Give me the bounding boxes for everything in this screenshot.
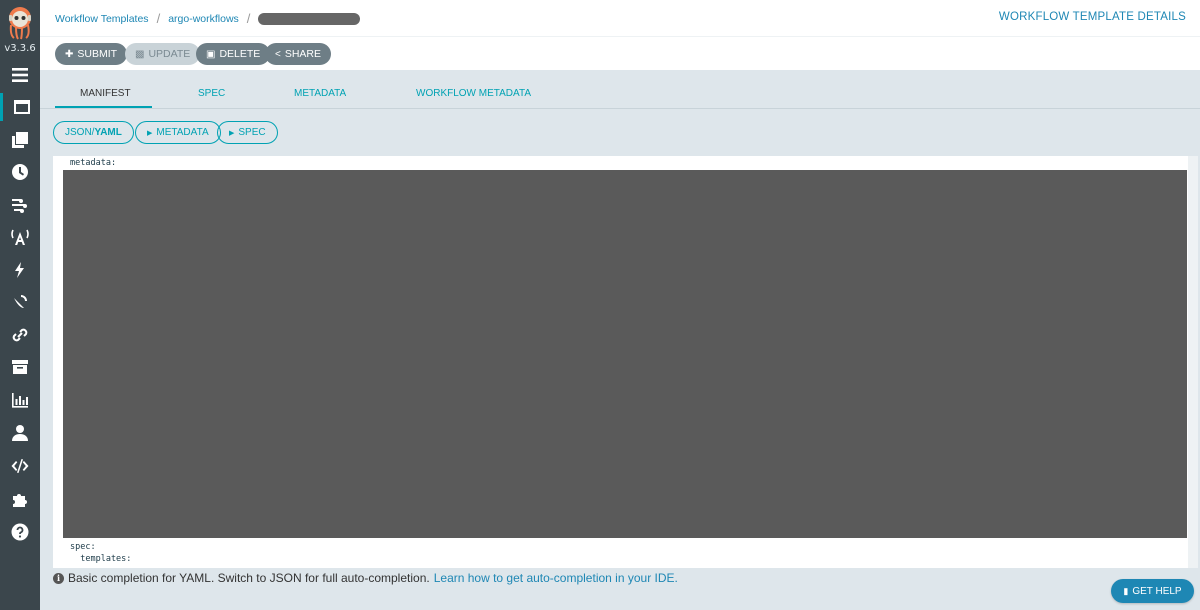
argo-logo[interactable] (6, 5, 34, 41)
format-toggle-button[interactable]: JSON/YAML (53, 121, 134, 144)
puzzle-piece-icon (13, 494, 27, 507)
plus-icon: ✚ (65, 48, 74, 60)
update-label: UPDATE (148, 48, 191, 60)
manifest-editor[interactable]: metadata: spec: templates: (53, 156, 1198, 568)
stream-icon (12, 199, 27, 213)
chart-bar-icon (12, 393, 28, 408)
sidebar-item-archived-workflows[interactable] (0, 353, 40, 381)
caret-right-icon: ▶ (229, 129, 235, 137)
info-icon: i (53, 572, 64, 584)
window-icon (13, 100, 30, 114)
spec-pill-label: SPEC (238, 127, 266, 138)
clock-icon (12, 164, 28, 180)
tab-manifest[interactable]: MANIFEST (80, 88, 131, 99)
code-line-metadata: metadata: (70, 158, 117, 168)
share-label: SHARE (284, 48, 322, 60)
editor-scrollbar[interactable] (1188, 156, 1198, 568)
format-prefix: JSON/ (65, 127, 95, 138)
sidebar-item-cluster-templates[interactable] (0, 126, 40, 154)
sidebar-item-event-bus[interactable] (0, 288, 40, 316)
satellite-dish-icon (13, 295, 27, 309)
breadcrumb-workflow-templates[interactable]: Workflow Templates (55, 13, 149, 25)
sidebar-item-links[interactable] (0, 321, 40, 349)
share-icon: < (275, 48, 281, 60)
bars-icon (12, 68, 28, 82)
save-icon: ▩ (135, 48, 145, 60)
user-icon (12, 425, 28, 441)
breadcrumb: Workflow Templates / argo-workflows / (55, 11, 361, 26)
bolt-icon (15, 262, 24, 278)
completion-hint: i Basic completion for YAML. Switch to J… (53, 571, 678, 585)
sidebar-item-event-sources[interactable] (0, 223, 40, 251)
sidebar-item-user[interactable] (0, 419, 40, 447)
share-button[interactable]: < SHARE (265, 43, 332, 65)
get-help-label: GET HELP (1132, 585, 1182, 597)
active-tab-indicator (55, 106, 152, 108)
ide-completion-link[interactable]: Learn how to get auto-completion in your… (434, 571, 678, 585)
format-active: YAML (94, 127, 122, 138)
sidebar: v3.3.6 (0, 0, 40, 610)
link-icon (12, 328, 28, 342)
code-line-spec: spec: (70, 542, 96, 552)
metadata-section-button[interactable]: ▶ METADATA (135, 121, 221, 144)
sidebar-item-help[interactable] (0, 518, 40, 546)
comment-icon: ▮ (1123, 585, 1129, 596)
code-icon (11, 459, 29, 473)
redacted-code-block (63, 170, 1187, 538)
sidebar-item-workflow-templates[interactable] (0, 93, 40, 121)
broadcast-tower-icon (11, 229, 29, 245)
sidebar-item-cron-workflows[interactable] (0, 158, 40, 186)
delete-button[interactable]: ▣ DELETE (196, 43, 271, 65)
metadata-pill-label: METADATA (156, 127, 209, 138)
sidebar-item-menu[interactable] (0, 61, 40, 89)
update-button[interactable]: ▩ UPDATE (125, 43, 201, 65)
breadcrumb-separator: / (246, 11, 251, 26)
code-line-templates: templates: (70, 554, 132, 564)
get-help-button[interactable]: ▮ GET HELP (1111, 579, 1194, 603)
submit-button[interactable]: ✚ SUBMIT (55, 43, 128, 65)
spec-section-button[interactable]: ▶ SPEC (217, 121, 278, 144)
question-circle-icon (11, 523, 29, 541)
delete-label: DELETE (219, 48, 261, 60)
sidebar-item-sensors[interactable] (0, 256, 40, 284)
hint-text: Basic completion for YAML. Switch to JSO… (68, 571, 430, 585)
version-label: v3.3.6 (4, 43, 36, 54)
tab-spec[interactable]: SPEC (198, 88, 225, 99)
archive-icon (12, 360, 28, 374)
sidebar-item-event-flow[interactable] (0, 191, 40, 219)
sidebar-item-plugins[interactable] (0, 485, 40, 513)
top-bar: Workflow Templates / argo-workflows / WO… (40, 0, 1200, 36)
breadcrumb-redacted-name (258, 12, 361, 25)
clone-icon (12, 132, 28, 148)
tab-metadata[interactable]: METADATA (294, 88, 346, 99)
sidebar-item-api-docs[interactable] (0, 452, 40, 480)
sidebar-item-reports[interactable] (0, 386, 40, 414)
page-title: WORKFLOW TEMPLATE DETAILS (998, 11, 1186, 23)
breadcrumb-separator: / (156, 11, 161, 26)
trash-icon: ▣ (206, 48, 216, 60)
breadcrumb-namespace[interactable]: argo-workflows (168, 13, 239, 25)
action-toolbar: ✚ SUBMIT ▩ UPDATE ▣ DELETE < SHARE (40, 36, 1200, 70)
tab-workflow-metadata[interactable]: WORKFLOW METADATA (416, 88, 531, 99)
tab-bar: MANIFEST SPEC METADATA WORKFLOW METADATA (40, 78, 1200, 109)
submit-label: SUBMIT (77, 48, 118, 60)
caret-right-icon: ▶ (147, 129, 153, 137)
